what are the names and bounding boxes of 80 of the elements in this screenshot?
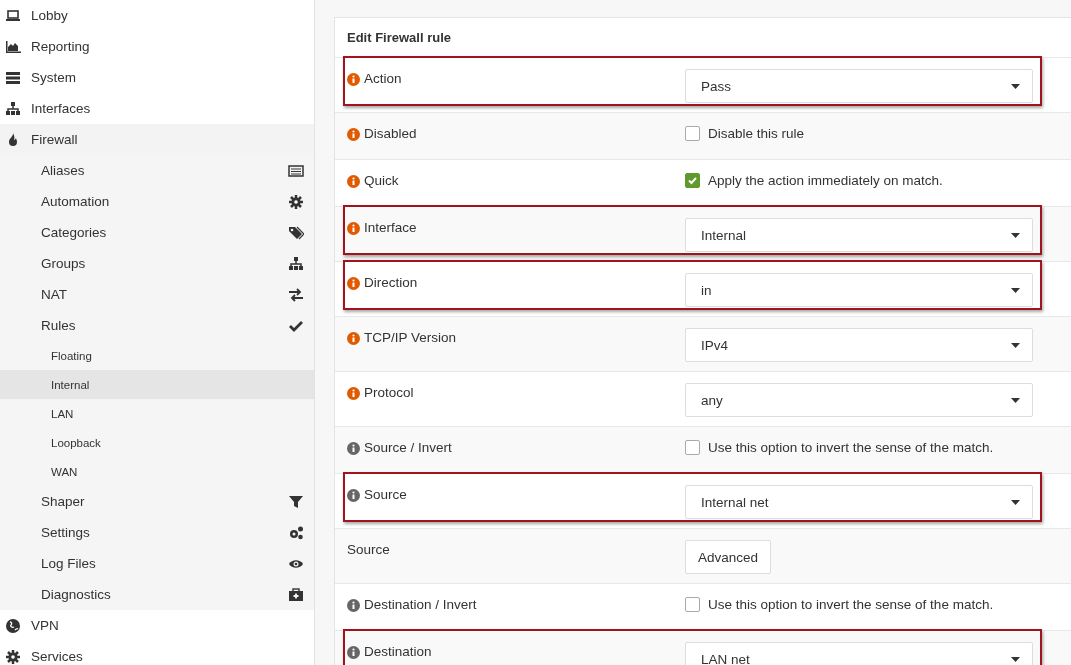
select-field[interactable]: Internal net <box>685 485 1033 519</box>
info-icon[interactable] <box>347 175 360 188</box>
caret-icon <box>1011 656 1020 662</box>
sitemap-icon <box>5 100 21 117</box>
info-icon[interactable] <box>347 277 360 290</box>
info-icon[interactable] <box>347 73 360 86</box>
info-icon[interactable] <box>347 332 360 345</box>
sidebar-subitem[interactable]: WAN <box>0 457 314 486</box>
caret-icon <box>1011 499 1020 505</box>
sidebar-item[interactable]: Reporting <box>0 31 314 62</box>
info-icon[interactable] <box>347 646 360 659</box>
filter-icon <box>288 493 304 510</box>
sidebar-subitem[interactable]: Diagnostics <box>0 579 314 610</box>
info-icon[interactable] <box>347 387 360 400</box>
field-label: Direction <box>364 275 418 290</box>
sidebar-subitem[interactable]: Floating <box>0 341 314 370</box>
sidebar-subitem[interactable]: Automation <box>0 186 314 217</box>
select-field[interactable]: any <box>685 383 1033 417</box>
field-label: Protocol <box>364 385 414 400</box>
sidebar-item[interactable]: System <box>0 62 314 93</box>
medkit-icon <box>288 586 304 603</box>
field-label: Interface <box>364 220 417 235</box>
sidebar-item[interactable]: VPN <box>0 610 314 641</box>
panel-title: Edit Firewall rule <box>346 29 453 47</box>
field-label: Action <box>364 71 402 86</box>
info-icon[interactable] <box>347 222 360 235</box>
checkbox[interactable] <box>685 597 700 612</box>
list-icon <box>288 162 304 179</box>
field-label: Destination / Invert <box>364 597 477 612</box>
sidebar-subitem[interactable]: Groups <box>0 248 314 279</box>
field-label: Source <box>347 542 390 557</box>
info-icon[interactable] <box>347 128 360 141</box>
caret-icon <box>1011 83 1020 89</box>
laptop-icon <box>5 7 21 24</box>
field-label: TCP/IP Version <box>364 330 457 345</box>
info-icon[interactable] <box>347 489 360 502</box>
sidebar-subitem[interactable]: Aliases <box>0 155 314 186</box>
sidebar-subitem[interactable]: Loopback <box>0 428 314 457</box>
sitemap-icon <box>288 255 304 272</box>
checkbox-label: Use this option to invert the sense of the match. <box>708 440 994 455</box>
sidebar-item[interactable]: Services <box>0 641 314 665</box>
select-field[interactable]: LAN net <box>685 642 1033 665</box>
field-label: Source / Invert <box>364 440 452 455</box>
caret-icon <box>1011 397 1020 403</box>
checkbox[interactable] <box>685 126 700 141</box>
sidebar-subitem[interactable]: Shaper <box>0 486 314 517</box>
caret-icon <box>1011 232 1020 238</box>
arrows-icon <box>288 286 304 303</box>
advanced-button[interactable]: Advanced <box>685 540 772 574</box>
info-icon[interactable] <box>347 442 360 455</box>
select-field[interactable]: in <box>685 273 1033 307</box>
sidebar-subitem[interactable]: LAN <box>0 399 314 428</box>
sidebar-subitem[interactable]: Categories <box>0 217 314 248</box>
checkbox-label: Apply the action immediately on match. <box>708 173 943 188</box>
select-field[interactable]: IPv4 <box>685 328 1033 362</box>
checkbox[interactable] <box>685 440 700 455</box>
field-label: Destination <box>364 644 432 659</box>
sidebar-subitem[interactable]: Rules <box>0 310 314 341</box>
sidebar-item[interactable]: Firewall <box>0 124 314 155</box>
sidebar-item[interactable]: Lobby <box>0 0 314 31</box>
area-chart-icon <box>5 38 21 55</box>
sidebar-subitem[interactable]: Settings <box>0 517 314 548</box>
server-icon <box>5 69 21 86</box>
caret-icon <box>1011 287 1020 293</box>
caret-icon <box>1011 342 1020 348</box>
info-icon[interactable] <box>347 599 360 612</box>
field-label: Disabled <box>364 126 417 141</box>
tags-icon <box>288 224 304 241</box>
sidebar-item[interactable]: Interfaces <box>0 93 314 124</box>
select-field[interactable]: Pass <box>685 69 1033 103</box>
sidebar-subitem[interactable]: Internal <box>0 370 314 399</box>
checkbox[interactable] <box>685 173 700 188</box>
checkbox-label: Disable this rule <box>708 126 805 141</box>
sidebar-subitem[interactable]: NAT <box>0 279 314 310</box>
select-field[interactable]: Internal <box>685 218 1033 252</box>
field-label: Quick <box>364 173 399 188</box>
gear-icon <box>288 193 304 210</box>
field-label: Source <box>364 487 407 502</box>
checkbox-label: Use this option to invert the sense of the match. <box>708 597 994 612</box>
sidebar-subitem[interactable]: Log Files <box>0 548 314 579</box>
